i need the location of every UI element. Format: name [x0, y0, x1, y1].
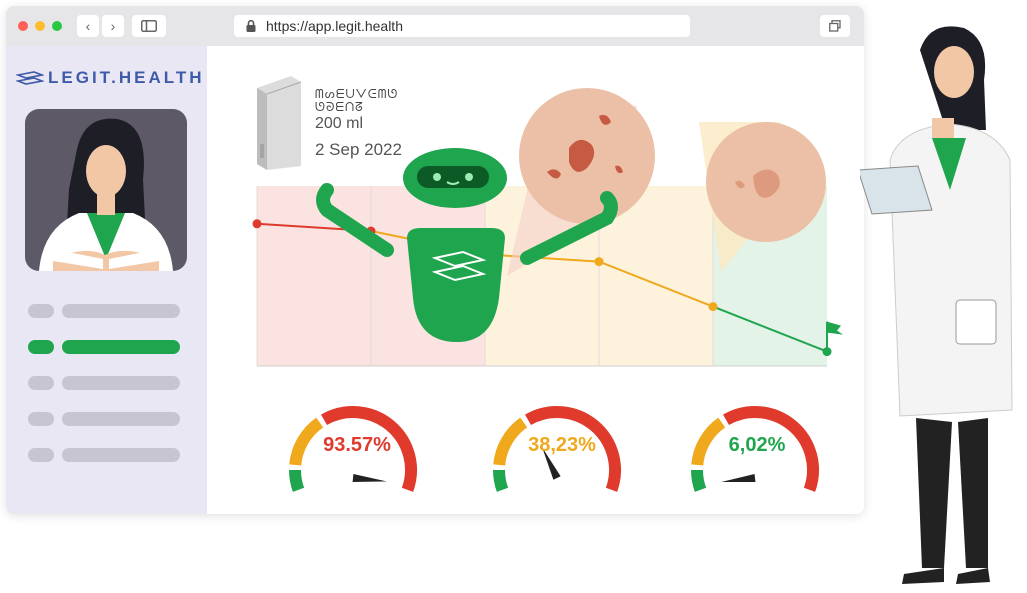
ai-robot-illustration [316, 148, 618, 342]
gauge-arc-segment [493, 469, 509, 492]
main-content: ᗰᔕᗴᑌᐯᕮᗰᘎ ᘎᘐᗴᑎᘔ 200 ml 2 Sep 2022 93.57% … [207, 46, 864, 514]
url-text: https://app.legit.health [266, 18, 403, 34]
gauge-1-value: 93.57% [323, 434, 391, 456]
stage: ‹ › https://app.legit.health LEGIT.HEALT… [0, 0, 1027, 593]
tabs-icon [829, 20, 841, 32]
doctor-illustration [860, 26, 1013, 584]
lesion-zoom-mild [699, 122, 826, 272]
nav-item-icon [28, 376, 54, 390]
nav-item-5[interactable] [28, 448, 180, 462]
sidebar-toggle-icon [141, 20, 157, 32]
chart-point [252, 219, 262, 229]
nav-item-4[interactable] [28, 412, 180, 426]
sidebar: LEGIT.HEALTH [6, 46, 207, 514]
chart-point [708, 302, 718, 312]
nav-item-icon [28, 448, 54, 462]
close-window-button[interactable] [18, 21, 28, 31]
address-bar[interactable]: https://app.legit.health [234, 15, 690, 37]
title-bar: ‹ › https://app.legit.health [6, 6, 864, 46]
gauge-arc-segment [289, 469, 305, 492]
forward-button[interactable]: › [102, 15, 124, 37]
flag-icon [827, 321, 843, 335]
sidebar-toggle-button[interactable] [132, 15, 166, 37]
doctor-avatar [25, 109, 187, 271]
minimize-window-button[interactable] [35, 21, 45, 31]
browser-window: ‹ › https://app.legit.health LEGIT.HEALT… [6, 6, 864, 514]
maximize-window-button[interactable] [52, 21, 62, 31]
back-button[interactable]: ‹ [77, 15, 99, 37]
nav-item-label [62, 448, 180, 462]
lock-icon [246, 19, 256, 32]
nav-item-label [62, 376, 180, 390]
nav-item-icon [28, 412, 54, 426]
product-volume: 200 ml [315, 115, 364, 132]
gauge-3-value: 6,02% [728, 434, 786, 456]
tabs-button[interactable] [820, 15, 850, 37]
gauge-2-value: 38,23% [528, 434, 596, 456]
gauge-arc-segment [691, 469, 707, 492]
gauge-needle [352, 474, 387, 482]
nav-item-1[interactable] [28, 304, 180, 318]
nav-item-label [62, 304, 180, 318]
logo-text: LEGIT.HEALTH [48, 68, 205, 87]
nav-item-icon [28, 304, 54, 318]
nav-item-label [62, 340, 180, 354]
nav-item-2-active[interactable] [28, 340, 180, 354]
product-code-line2: ᘎᘐᗴᑎᘔ [315, 100, 364, 114]
gauge-needle [721, 474, 756, 482]
nav-item-3[interactable] [28, 376, 180, 390]
logo: LEGIT.HEALTH [16, 68, 205, 88]
nav-item-icon [28, 340, 54, 354]
nav-item-label [62, 412, 180, 426]
logo-icon [16, 71, 44, 85]
